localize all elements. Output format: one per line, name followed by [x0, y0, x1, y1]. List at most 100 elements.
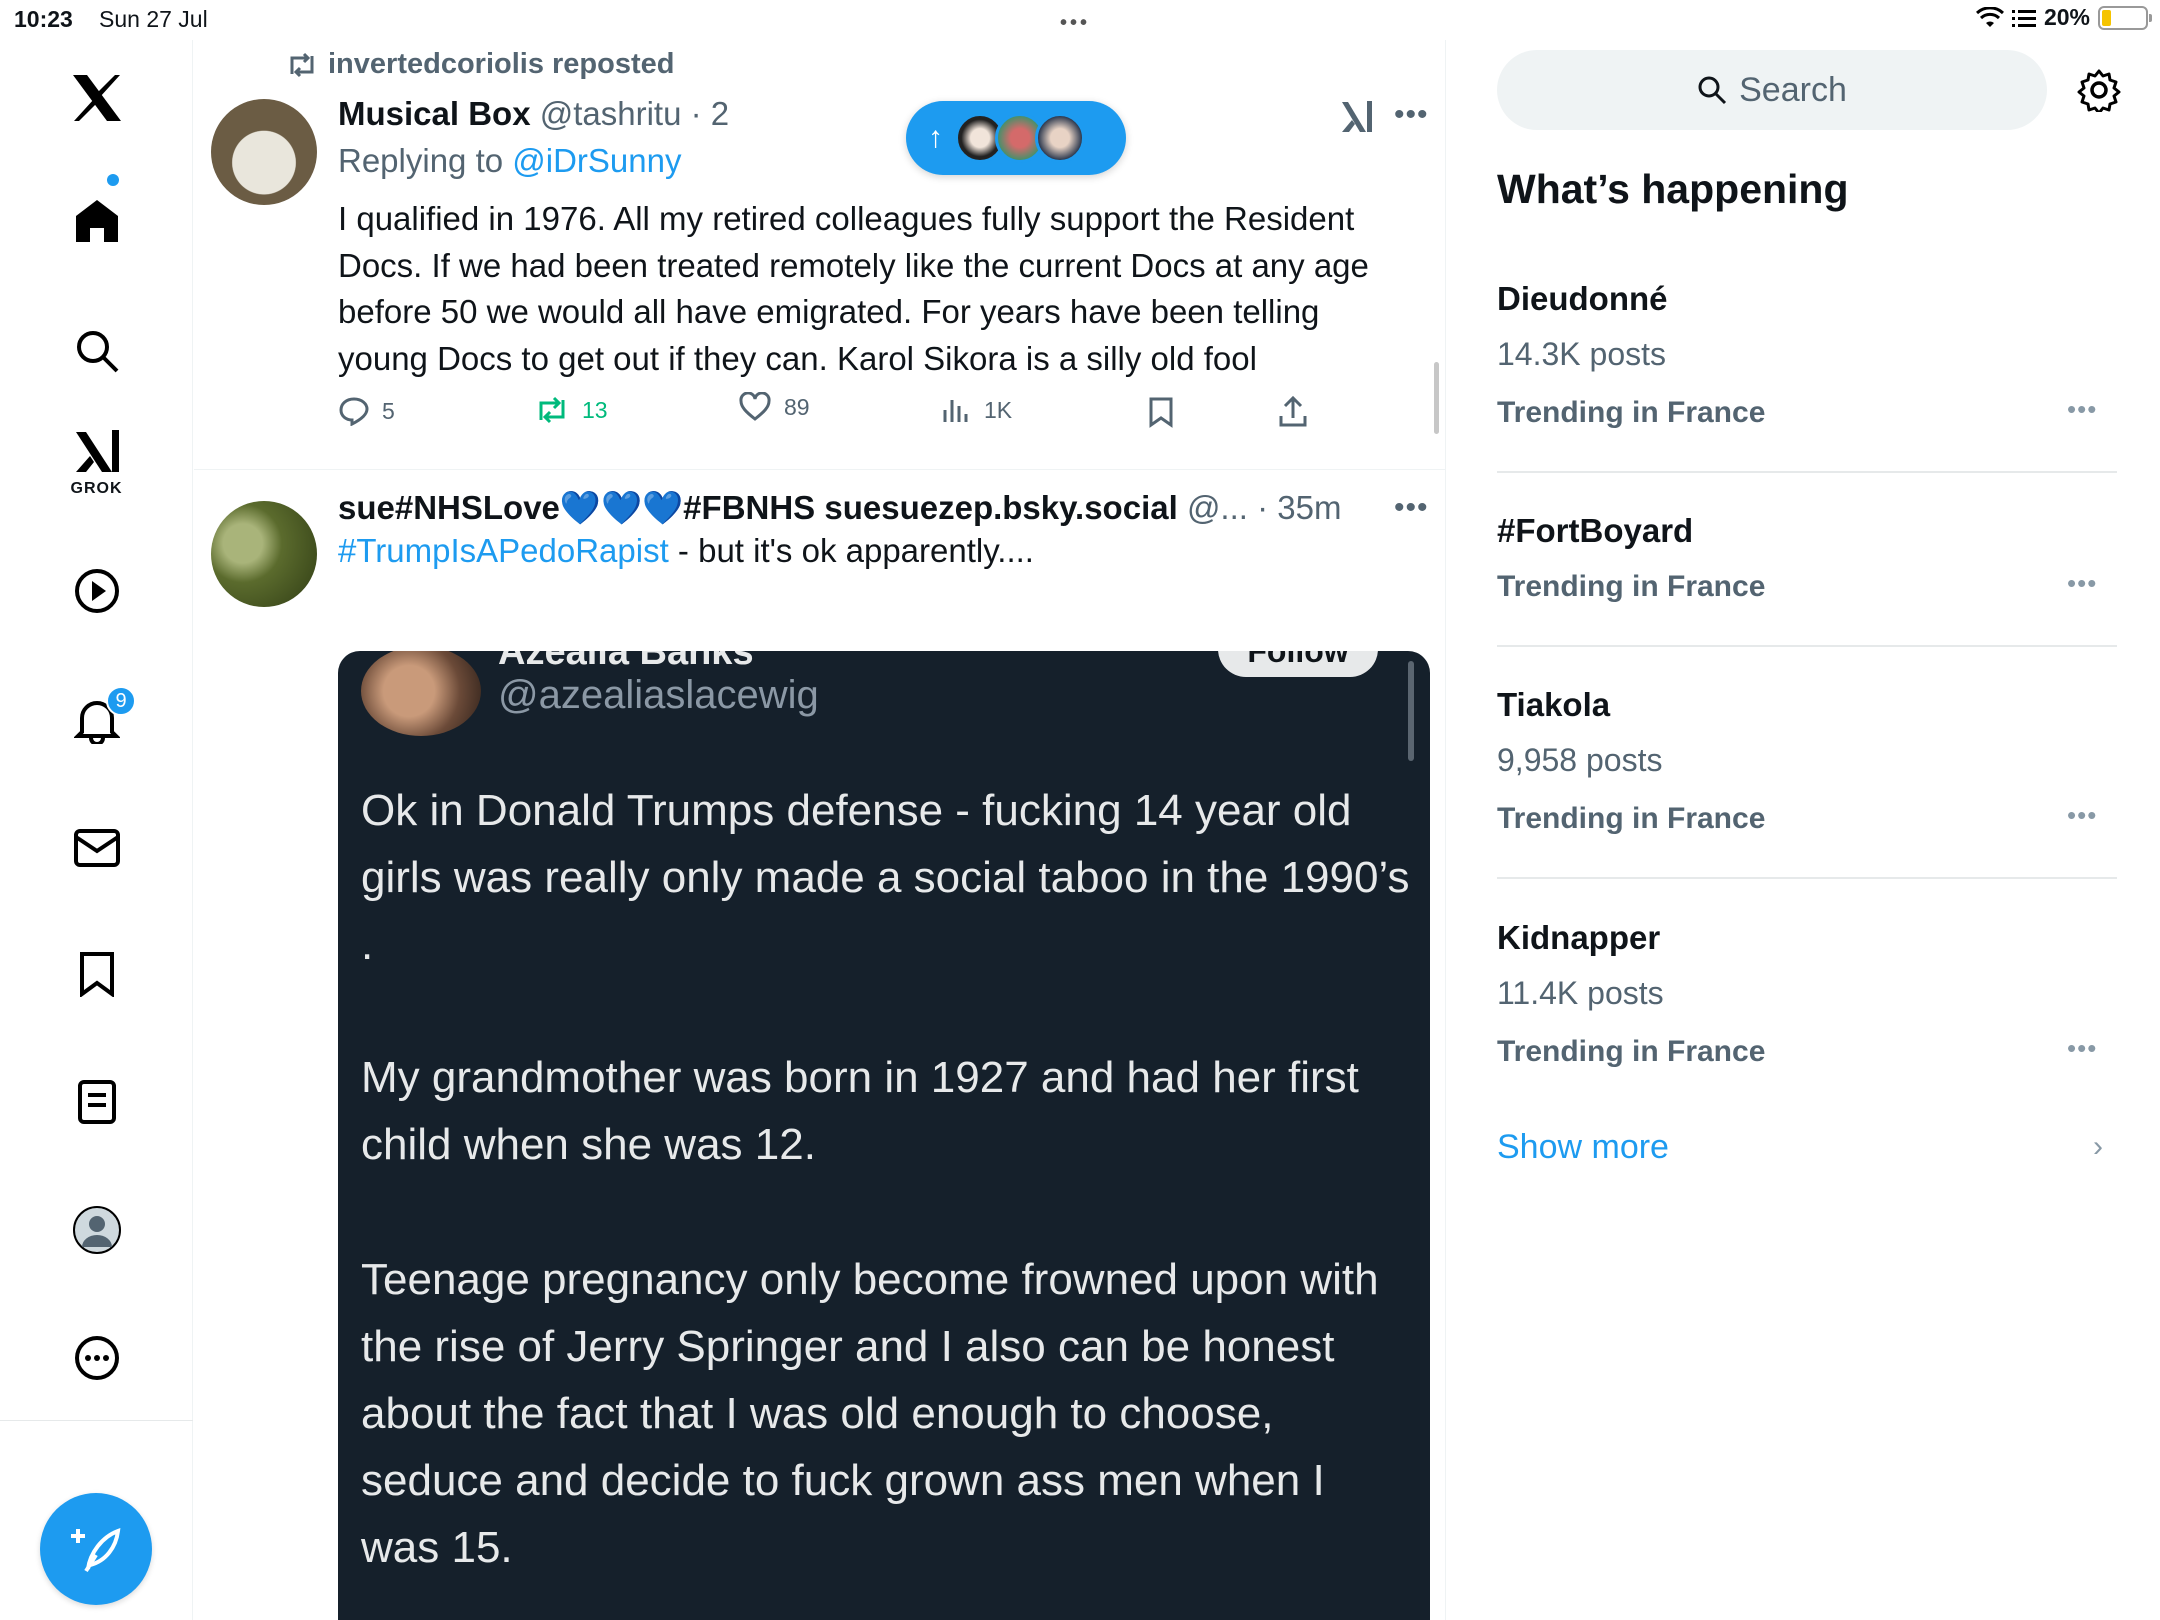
author-avatar[interactable] [211, 99, 317, 205]
more-icon[interactable] [0, 1318, 193, 1398]
home-new-indicator [107, 174, 119, 186]
trend-context: Trending in France [1497, 570, 1766, 603]
trend-count: 11.4K posts [1497, 975, 1664, 1011]
views-icon [943, 400, 968, 422]
views-button[interactable]: 1K [942, 396, 1012, 424]
search-icon [1698, 76, 1727, 105]
trend-item[interactable]: #FortBoyard Trending in France ••• [1497, 512, 2117, 662]
chevron-right-icon: › [2093, 1130, 2103, 1163]
embedded-author-handle: @azealiaslacewig [498, 673, 819, 717]
like-count: 89 [784, 393, 810, 420]
trend-title: Kidnapper [1497, 919, 1661, 956]
video-icon[interactable] [0, 552, 193, 630]
share-icon [1279, 396, 1307, 427]
share-button[interactable] [1278, 396, 1308, 428]
search-input[interactable]: Search [1497, 50, 2047, 130]
messages-icon[interactable] [0, 808, 193, 888]
bookmark-button[interactable] [1148, 396, 1174, 428]
trend-context: Trending in France [1497, 802, 1766, 835]
reply-count: 5 [382, 397, 395, 424]
embedded-author-name: Azealia Banks [498, 651, 754, 673]
post-more-icon[interactable]: ••• [1394, 491, 1429, 525]
compose-feather-icon [71, 1527, 121, 1573]
like-icon [739, 392, 771, 421]
reply-icon [339, 397, 369, 426]
status-right: 20% [1975, 4, 2152, 31]
home-icon[interactable] [0, 178, 193, 264]
post-image[interactable]: Azealia Banks Follow @azealiaslacewig Ok… [338, 651, 1430, 1620]
post-actions: 5 13 89 1K [338, 392, 1338, 446]
mini-avatar [1035, 113, 1085, 163]
embedded-paragraph: My grandmother was born in 1927 and had … [361, 1053, 1359, 1169]
trend-divider [1497, 877, 2117, 879]
search-placeholder: Search [1739, 70, 1847, 109]
multitask-handle[interactable]: ••• [1060, 12, 1090, 35]
bookmarks-icon[interactable] [0, 934, 193, 1014]
post[interactable]: invertedcoriolis reposted Musical Box @t… [194, 40, 1445, 470]
repost-button[interactable]: 13 [534, 396, 608, 424]
right-sidebar: Search What’s happening Dieudonné 14.3K … [1447, 40, 2160, 1620]
grok-explain-icon[interactable] [1340, 100, 1374, 134]
repost-count: 13 [582, 396, 608, 423]
trend-title: Tiakola [1497, 686, 1611, 723]
new-posts-pill[interactable]: ↑ [906, 101, 1126, 175]
trend-title: #FortBoyard [1497, 512, 1694, 549]
nav-divider [0, 1420, 193, 1421]
wifi-icon [1975, 6, 2004, 27]
repost-label[interactable]: invertedcoriolis reposted [328, 48, 675, 81]
embedded-follow-button: Follow [1218, 651, 1378, 677]
trend-context: Trending in France [1497, 396, 1766, 429]
trend-more-icon[interactable]: ••• [2067, 800, 2097, 831]
post-more-icon[interactable]: ••• [1394, 98, 1429, 132]
trend-more-icon[interactable]: ••• [2067, 568, 2097, 599]
author-name[interactable]: Musical Box [338, 95, 531, 132]
trend-context: Trending in France [1497, 1035, 1766, 1068]
trend-item[interactable]: Kidnapper 11.4K posts Trending in France… [1497, 919, 2117, 1109]
post-text-line: #TrumpIsAPedoRapist - but it's ok appare… [338, 531, 1408, 571]
trend-item[interactable]: Dieudonné 14.3K posts Trending in France… [1497, 280, 2117, 470]
trend-count: 9,958 posts [1497, 742, 1663, 778]
author-avatar[interactable] [211, 501, 317, 607]
compose-post-button[interactable] [40, 1493, 152, 1605]
reply-button[interactable]: 5 [338, 396, 395, 426]
timeline-feed[interactable]: invertedcoriolis reposted Musical Box @t… [194, 40, 1446, 1620]
views-count: 1K [984, 396, 1013, 423]
show-more-link[interactable]: Show more [1497, 1128, 1669, 1167]
author-name[interactable]: sue#NHSLove💙💙💙#FBNHS suesuezep.bsky.soci… [338, 489, 1178, 526]
left-nav: GROK 9 [0, 40, 193, 1620]
author-handle[interactable]: @... [1187, 489, 1248, 526]
lists-icon[interactable] [0, 1062, 193, 1142]
post-text: I qualified in 1976. All my retired coll… [338, 200, 1369, 377]
status-bar: 10:23 Sun 27 Jul ••• 20% [0, 0, 2160, 40]
arrow-up-icon: ↑ [928, 121, 943, 154]
profile-avatar[interactable] [0, 1190, 193, 1270]
grok-icon[interactable] [0, 422, 193, 482]
post-time[interactable]: · 35m [1257, 489, 1341, 526]
notifications-icon[interactable] [0, 680, 193, 760]
trend-more-icon[interactable]: ••• [2067, 394, 2097, 425]
trend-count: 14.3K posts [1497, 336, 1666, 372]
grok-label: GROK [70, 480, 123, 497]
status-date: Sun 27 Jul [99, 6, 208, 32]
feed-scrollbar[interactable] [1434, 362, 1439, 434]
search-nav-icon[interactable] [0, 308, 193, 394]
post-text: - but it's ok apparently.... [668, 532, 1034, 569]
battery-percent: 20% [2043, 4, 2090, 30]
hashtag-link[interactable]: #TrumpIsAPedoRapist [338, 532, 669, 569]
author-line: Musical Box @tashritu · 2 [338, 95, 729, 133]
replying-to-link[interactable]: @iDrSunny [512, 142, 681, 179]
trend-divider [1497, 471, 2117, 473]
battery-icon [2098, 5, 2152, 30]
author-handle[interactable]: @tashritu · 2 [540, 95, 729, 132]
settings-gear-icon[interactable] [2077, 68, 2121, 112]
like-button[interactable]: 89 [738, 392, 810, 422]
repost-indicator: invertedcoriolis reposted [286, 48, 675, 81]
x-logo-icon[interactable] [0, 62, 193, 134]
trend-more-icon[interactable]: ••• [2067, 1033, 2097, 1064]
embedded-scrollbar [1408, 661, 1414, 761]
replying-prefix: Replying to [338, 142, 513, 179]
embedded-paragraph: Ok in Donald Trumps defense - fucking 14… [361, 786, 1410, 969]
replying-to: Replying to @iDrSunny [338, 142, 682, 180]
trend-item[interactable]: Tiakola 9,958 posts Trending in France •… [1497, 686, 2117, 876]
post[interactable]: sue#NHSLove💙💙💙#FBNHS suesuezep.bsky.soci… [194, 471, 1445, 1620]
